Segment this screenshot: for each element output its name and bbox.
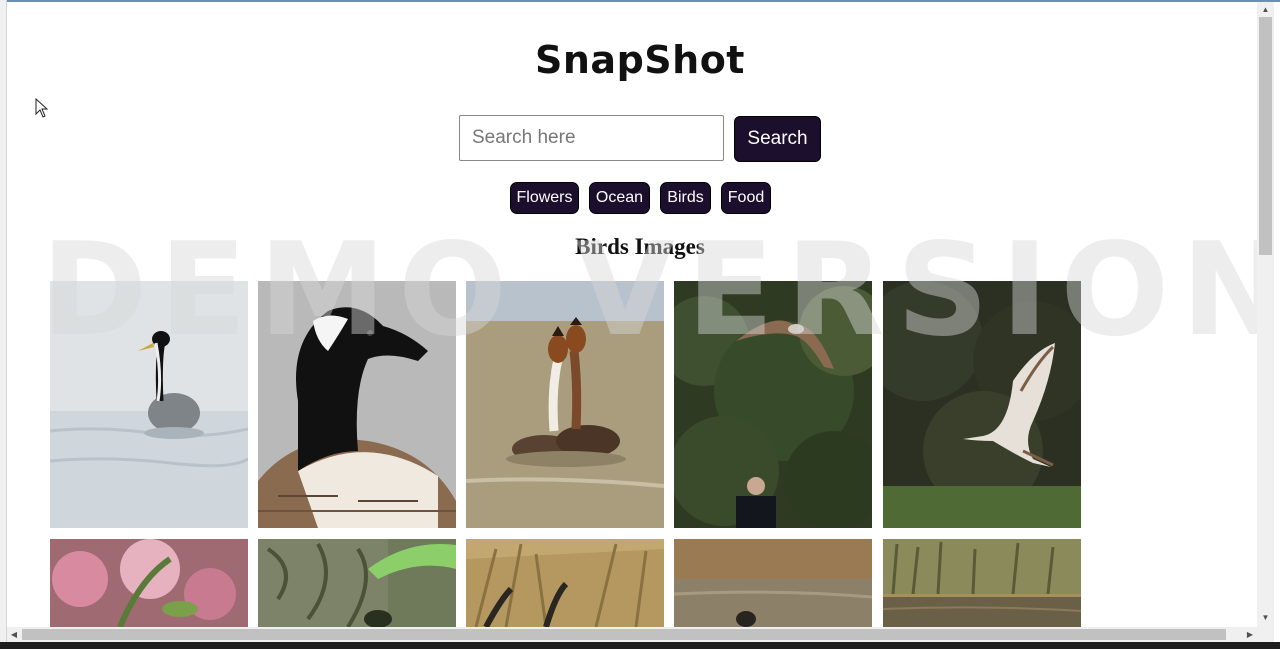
image-kite-over-trees[interactable] <box>674 281 872 528</box>
image-kite-flying[interactable] <box>883 281 1081 528</box>
window-bottom-edge <box>0 642 1280 649</box>
scroll-down-arrow-icon[interactable]: ▼ <box>1261 614 1270 622</box>
image-pink-blossoms[interactable] <box>50 539 248 627</box>
page-viewport: SnapShot Search Flowers Ocean Birds Food… <box>7 2 1257 627</box>
image-bird-on-water[interactable] <box>674 539 872 627</box>
scroll-right-arrow-icon[interactable]: ▶ <box>1246 630 1254 639</box>
scrollbar-corner <box>1257 627 1274 642</box>
image-grebes-pair[interactable] <box>466 281 664 528</box>
category-button-food[interactable]: Food <box>721 182 771 214</box>
scroll-left-arrow-icon[interactable]: ◀ <box>10 630 18 639</box>
window-left-edge <box>0 0 7 649</box>
category-button-birds[interactable]: Birds <box>660 182 711 214</box>
horizontal-scrollbar-thumb[interactable] <box>22 629 1226 640</box>
app-title: SnapShot <box>535 38 745 82</box>
search-input[interactable] <box>459 115 724 161</box>
image-reeds-lake[interactable] <box>883 539 1081 627</box>
mouse-cursor-icon <box>35 98 49 118</box>
category-button-ocean[interactable]: Ocean <box>589 182 650 214</box>
vertical-scrollbar-thumb[interactable] <box>1259 17 1272 255</box>
category-button-flowers[interactable]: Flowers <box>510 182 579 214</box>
scroll-up-arrow-icon[interactable]: ▲ <box>1261 6 1270 14</box>
image-bird-in-reeds[interactable] <box>466 539 664 627</box>
section-title: Birds Images <box>575 234 705 259</box>
image-grebe-swimming[interactable] <box>50 281 248 528</box>
image-canada-goose[interactable] <box>258 281 456 528</box>
search-button[interactable]: Search <box>734 116 821 162</box>
image-bird-on-bark[interactable] <box>258 539 456 627</box>
